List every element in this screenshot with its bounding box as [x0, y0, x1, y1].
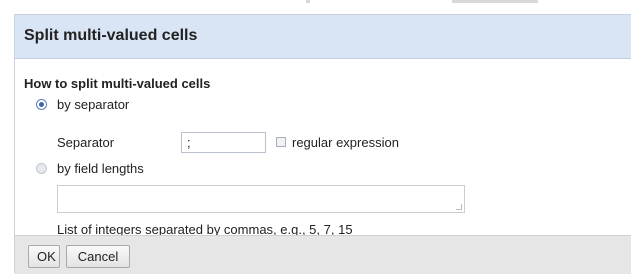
- background-fragment: [306, 0, 310, 3]
- by-field-lengths-radio[interactable]: [36, 163, 47, 174]
- separator-label: Separator: [57, 135, 115, 150]
- background-page: [0, 0, 631, 14]
- cancel-button[interactable]: Cancel: [66, 245, 130, 268]
- background-fragment: [452, 0, 538, 3]
- dialog-header: Split multi-valued cells: [15, 15, 631, 59]
- regular-expression-label[interactable]: regular expression: [292, 135, 399, 150]
- dialog-footer: OK Cancel: [15, 235, 631, 274]
- by-separator-radio[interactable]: [36, 99, 47, 110]
- dialog-body: How to split multi-valued cells by separ…: [15, 60, 631, 237]
- regular-expression-checkbox[interactable]: [276, 137, 286, 147]
- by-separator-label[interactable]: by separator: [57, 97, 129, 112]
- dialog-title: Split multi-valued cells: [24, 27, 198, 44]
- resize-grip-icon[interactable]: [456, 204, 462, 210]
- section-label: How to split multi-valued cells: [24, 76, 211, 91]
- field-lengths-textarea[interactable]: [57, 185, 465, 213]
- by-field-lengths-label[interactable]: by field lengths: [57, 161, 144, 176]
- ok-button[interactable]: OK: [28, 245, 60, 268]
- separator-input[interactable]: [181, 132, 266, 153]
- split-multivalued-cells-dialog: Split multi-valued cells How to split mu…: [14, 14, 631, 274]
